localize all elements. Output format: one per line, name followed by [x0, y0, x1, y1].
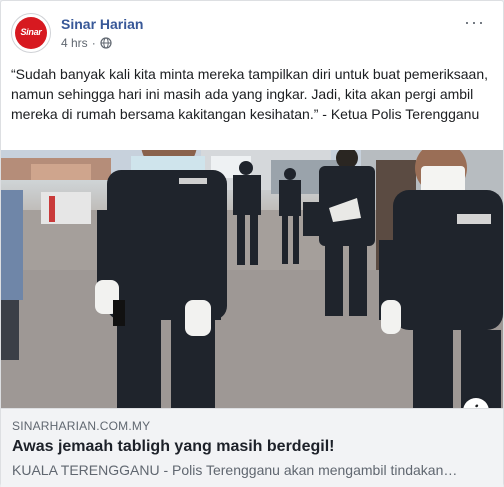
meta-separator: · [91, 36, 96, 50]
police-officers-photo [1, 150, 503, 408]
avatar[interactable]: Sinar [11, 13, 51, 53]
post-meta: 4 hrs · [61, 36, 112, 50]
post-timestamp[interactable]: 4 hrs [61, 36, 88, 50]
link-title[interactable]: Awas jemaah tabligh yang masih berdegil! [12, 438, 334, 456]
link-description: KUALA TERENGGANU - Polis Terengganu akan… [12, 462, 458, 478]
avatar-logo-text: Sinar [20, 27, 42, 37]
post-text: “Sudah banyak kali kita minta mereka tam… [11, 66, 489, 122]
page-name-link[interactable]: Sinar Harian [61, 16, 143, 32]
link-preview-image[interactable] [1, 150, 503, 408]
more-options-icon[interactable]: ··· [464, 13, 485, 31]
link-domain: SINARHARIAN.COM.MY [12, 419, 151, 433]
globe-icon [100, 37, 112, 49]
link-preview-footer[interactable]: SINARHARIAN.COM.MY Awas jemaah tabligh y… [1, 408, 503, 487]
facebook-post: Sinar Sinar Harian 4 hrs · ··· “Sudah ba… [0, 0, 504, 487]
post-header: Sinar Sinar Harian 4 hrs · ··· [11, 11, 493, 55]
